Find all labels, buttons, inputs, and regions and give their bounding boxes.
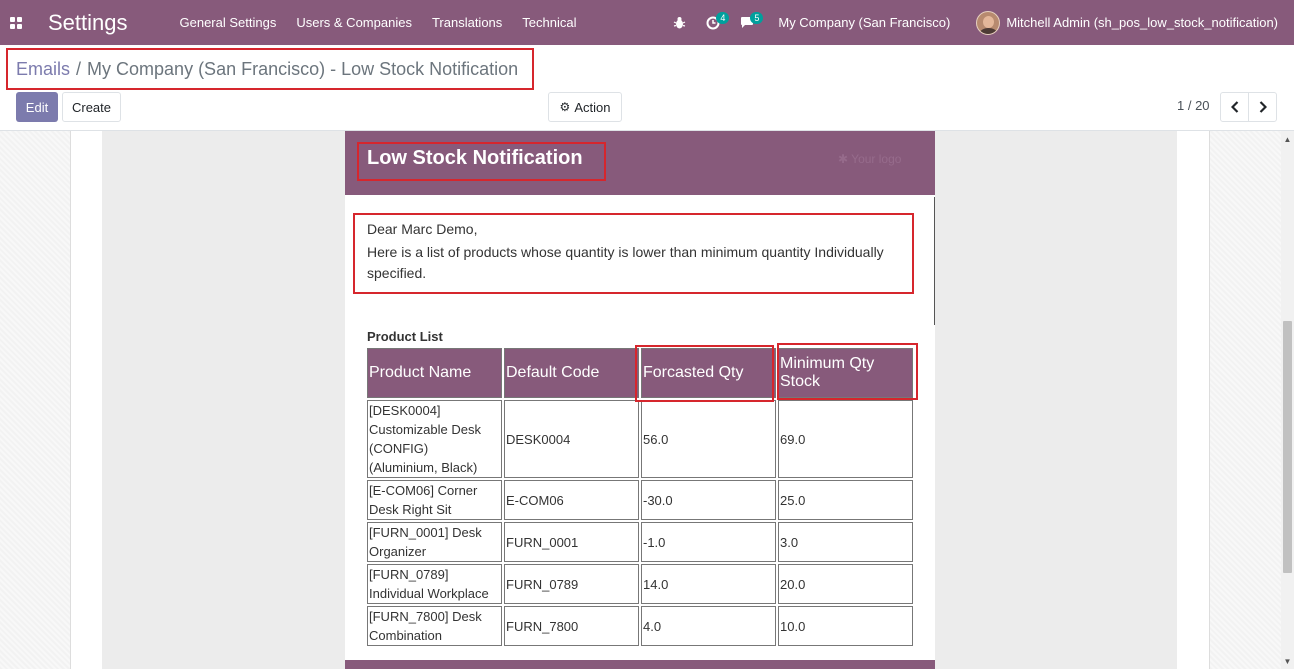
- user-avatar[interactable]: [976, 10, 1001, 35]
- menu-translations[interactable]: Translations: [432, 15, 502, 30]
- email-footer: [345, 660, 935, 669]
- table-row: [FURN_7800] Desk Combination FURN_7800 4…: [367, 606, 913, 646]
- cell-forcasted-qty: -1.0: [641, 522, 776, 562]
- cell-product-name: [DESK0004] Customizable Desk (CONFIG) (A…: [367, 400, 502, 478]
- table-row: [FURN_0789] Individual Workplace FURN_07…: [367, 564, 913, 604]
- email-logo: ✱ Your logo: [838, 152, 902, 166]
- column-header-default-code: Default Code: [504, 348, 639, 398]
- pager-value[interactable]: 1 / 20: [1177, 98, 1210, 113]
- app-title[interactable]: Settings: [48, 10, 128, 36]
- breadcrumb: Emails / My Company (San Francisco) - Lo…: [6, 48, 534, 90]
- edit-button[interactable]: Edit: [16, 92, 58, 122]
- table-row: [DESK0004] Customizable Desk (CONFIG) (A…: [367, 400, 913, 478]
- email-body-border: [934, 197, 935, 325]
- table-row: [E-COM06] Corner Desk Right Sit E-COM06 …: [367, 480, 913, 520]
- highlight-box-minimum-qty: [777, 343, 918, 400]
- activity-badge: 4: [716, 12, 730, 24]
- cell-minimum-qty: 69.0: [778, 400, 913, 478]
- cell-product-name: [FURN_0001] Desk Organizer: [367, 522, 502, 562]
- create-button[interactable]: Create: [62, 92, 121, 122]
- messages-badge: 5: [750, 12, 764, 24]
- menu-general-settings[interactable]: General Settings: [180, 15, 277, 30]
- breadcrumb-emails-link[interactable]: Emails: [16, 59, 70, 80]
- email-preview: Low Stock Notification ✱ Your logo Dear …: [345, 131, 935, 669]
- cell-default-code: FURN_0789: [504, 564, 639, 604]
- table-row: [FURN_0001] Desk Organizer FURN_0001 -1.…: [367, 522, 913, 562]
- highlight-box-forcasted-qty: [635, 345, 774, 402]
- activity-clock-icon[interactable]: 4: [696, 0, 730, 45]
- product-list-title: Product List: [367, 329, 443, 344]
- cell-forcasted-qty: 56.0: [641, 400, 776, 478]
- cell-minimum-qty: 25.0: [778, 480, 913, 520]
- cell-forcasted-qty: 4.0: [641, 606, 776, 646]
- debug-bug-icon[interactable]: [662, 0, 696, 45]
- gear-icon: ⚙: [559, 100, 571, 114]
- email-message: Here is a list of products whose quantit…: [367, 244, 884, 281]
- cell-minimum-qty: 3.0: [778, 522, 913, 562]
- cell-product-name: [FURN_7800] Desk Combination: [367, 606, 502, 646]
- email-header: Low Stock Notification ✱ Your logo: [345, 131, 935, 195]
- scrollbar-thumb[interactable]: [1283, 321, 1292, 573]
- pager-next-button[interactable]: [1248, 92, 1277, 122]
- breadcrumb-current: My Company (San Francisco) - Low Stock N…: [87, 58, 519, 79]
- messages-chat-icon[interactable]: 5: [730, 0, 764, 45]
- menu-technical[interactable]: Technical: [522, 15, 576, 30]
- vertical-scrollbar[interactable]: ▲ ▼: [1281, 131, 1294, 669]
- cell-default-code: E-COM06: [504, 480, 639, 520]
- cell-default-code: FURN_7800: [504, 606, 639, 646]
- cell-minimum-qty: 10.0: [778, 606, 913, 646]
- pager-previous-button[interactable]: [1220, 92, 1249, 122]
- cell-forcasted-qty: -30.0: [641, 480, 776, 520]
- top-navbar: Settings General Settings Users & Compan…: [0, 0, 1294, 45]
- user-menu[interactable]: Mitchell Admin (sh_pos_low_stock_notific…: [1006, 15, 1278, 30]
- cell-default-code: FURN_0001: [504, 522, 639, 562]
- column-header-product-name: Product Name: [367, 348, 502, 398]
- cell-default-code: DESK0004: [504, 400, 639, 478]
- action-button[interactable]: ⚙ Action: [548, 92, 622, 122]
- cell-minimum-qty: 20.0: [778, 564, 913, 604]
- background-right: [1210, 131, 1281, 669]
- cell-forcasted-qty: 14.0: [641, 564, 776, 604]
- cell-product-name: [E-COM06] Corner Desk Right Sit: [367, 480, 502, 520]
- action-label: Action: [574, 99, 611, 115]
- control-panel: Emails / My Company (San Francisco) - Lo…: [0, 45, 1294, 131]
- scroll-up-arrow-icon[interactable]: ▲: [1281, 135, 1294, 145]
- breadcrumb-separator: /: [76, 58, 82, 79]
- cell-product-name: [FURN_0789] Individual Workplace: [367, 564, 502, 604]
- menu-users-companies[interactable]: Users & Companies: [296, 15, 412, 30]
- email-title: Low Stock Notification: [367, 147, 583, 169]
- apps-menu-icon[interactable]: [0, 0, 32, 45]
- email-greeting: Dear Marc Demo,: [367, 221, 478, 237]
- company-switcher[interactable]: My Company (San Francisco): [778, 15, 950, 30]
- scroll-down-arrow-icon[interactable]: ▼: [1281, 657, 1294, 667]
- form-content: Low Stock Notification ✱ Your logo Dear …: [0, 131, 1281, 669]
- background-left: [0, 131, 70, 669]
